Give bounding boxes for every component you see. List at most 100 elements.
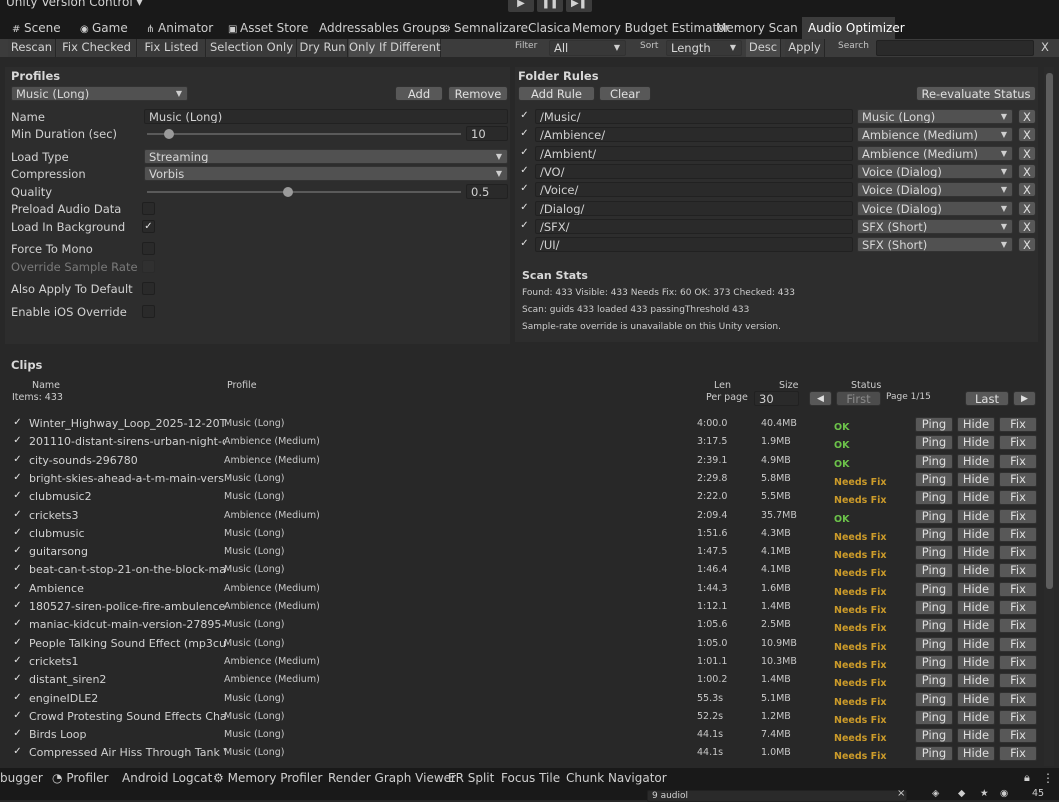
play-icon[interactable]: ▶ — [508, 0, 534, 12]
tab-scene[interactable]: # Scene — [6, 17, 64, 39]
clip-row[interactable]: ✓ clubmusic2 Music (Long) 2:22.0 5.5MB N… — [5, 488, 1040, 506]
rule-enabled-checkbox[interactable]: ✓ — [518, 165, 531, 178]
tab-focus-tile[interactable]: Focus Tile — [501, 768, 560, 788]
clip-checkbox[interactable]: ✓ — [11, 563, 24, 576]
ping-button[interactable]: Ping — [915, 600, 953, 615]
fix-button[interactable]: Fix — [999, 636, 1037, 652]
ping-button[interactable]: Ping — [915, 545, 953, 561]
min-duration-slider[interactable] — [147, 133, 461, 135]
hide-button[interactable]: Hide — [957, 508, 995, 524]
rule-path-field[interactable]: /Ambience/ — [535, 127, 853, 143]
rule-path-field[interactable]: /Ambient/ — [535, 145, 853, 161]
fix-button[interactable]: Fix — [999, 435, 1037, 451]
remove-rule-button[interactable]: X — [1018, 163, 1036, 179]
per-page-field[interactable]: 30 — [754, 391, 799, 406]
ping-button[interactable]: Ping — [915, 453, 953, 469]
remove-rule-button[interactable]: X — [1018, 109, 1036, 124]
remove-profile-button[interactable]: Remove — [448, 86, 508, 101]
profile-column-header[interactable]: Profile — [227, 380, 257, 391]
rule-enabled-checkbox[interactable]: ✓ — [518, 202, 531, 215]
size-column-header[interactable]: Size — [779, 380, 799, 391]
close-icon[interactable]: X — [1037, 39, 1053, 57]
clip-row[interactable]: ✓ Winter_Highway_Loop_2025-12-20T09 Musi… — [5, 415, 1040, 433]
ping-button[interactable]: Ping — [915, 508, 953, 524]
ping-button[interactable]: Ping — [915, 417, 953, 432]
compression-dropdown[interactable]: Vorbis ▼ — [144, 166, 508, 181]
hide-button[interactable]: Hide — [957, 417, 995, 432]
clip-row[interactable]: ✓ distant_siren2 Ambience (Medium) 1:00.… — [5, 671, 1040, 689]
ping-button[interactable]: Ping — [915, 581, 953, 597]
rule-path-field[interactable]: /UI/ — [535, 237, 853, 253]
apply-button[interactable]: Apply — [785, 39, 825, 57]
clip-checkbox[interactable]: ✓ — [11, 600, 24, 613]
ping-button[interactable]: Ping — [915, 435, 953, 451]
clip-checkbox[interactable]: ✓ — [11, 472, 24, 485]
desc-toggle[interactable]: Desc — [746, 39, 781, 57]
rule-path-field[interactable]: /Music/ — [535, 109, 853, 124]
quality-slider[interactable] — [147, 191, 461, 193]
remove-rule-button[interactable]: X — [1018, 127, 1036, 143]
hide-button[interactable]: Hide — [957, 746, 995, 762]
rule-profile-dropdown[interactable]: Voice (Dialog) ▼ — [857, 163, 1013, 179]
tab-memory-budget-estimator[interactable]: Memory Budget Estimator — [566, 17, 730, 39]
ping-button[interactable]: Ping — [915, 746, 953, 762]
fix-button[interactable]: Fix — [999, 417, 1037, 432]
clip-row[interactable]: ✓ Crowd Protesting Sound Effects Chant M… — [5, 708, 1040, 726]
clip-checkbox[interactable]: ✓ — [11, 618, 24, 631]
fix-button[interactable]: Fix — [999, 618, 1037, 634]
clip-checkbox[interactable]: ✓ — [11, 490, 24, 503]
fix-button[interactable]: Fix — [999, 490, 1037, 506]
remove-rule-button[interactable]: X — [1018, 237, 1036, 253]
also-default-checkbox[interactable] — [142, 282, 155, 295]
clip-checkbox[interactable]: ✓ — [11, 527, 24, 540]
clip-checkbox[interactable]: ✓ — [11, 692, 24, 705]
version-control-menu[interactable]: Unity Version Control ▾ — [6, 0, 143, 9]
rule-profile-dropdown[interactable]: Ambience (Medium) ▼ — [857, 127, 1013, 143]
tab-memory-scan-2[interactable]: Memory Scan 2 — [710, 17, 809, 39]
layers-icon[interactable]: ◈ — [932, 788, 939, 799]
rule-enabled-checkbox[interactable]: ✓ — [518, 183, 531, 196]
clip-row[interactable]: ✓ Ambience Ambience (Medium) 1:44.3 1.6M… — [5, 580, 1040, 598]
fix-button[interactable]: Fix — [999, 545, 1037, 561]
tab-semnalizare-clasica[interactable]: ⚙ SemnalizareClasica — [436, 17, 571, 39]
reevaluate-status-button[interactable]: Re-evaluate Status — [916, 86, 1036, 101]
hide-button[interactable]: Hide — [957, 581, 995, 597]
ping-button[interactable]: Ping — [915, 654, 953, 670]
rule-enabled-checkbox[interactable]: ✓ — [518, 128, 531, 141]
remove-rule-button[interactable]: X — [1018, 182, 1036, 198]
clip-row[interactable]: ✓ 201110-distant-sirens-urban-night-quie… — [5, 433, 1040, 451]
tab-profiler[interactable]: ◔ Profiler — [52, 768, 109, 788]
hide-button[interactable]: Hide — [957, 654, 995, 670]
eye-icon[interactable]: ◉ — [1000, 788, 1008, 799]
clip-row[interactable]: ✓ city-sounds-296780 Ambience (Medium) 2… — [5, 452, 1040, 470]
only-if-different-toggle[interactable]: Only If Different — [349, 39, 441, 57]
fix-button[interactable]: Fix — [999, 471, 1037, 487]
min-duration-field[interactable]: 10 — [466, 126, 508, 141]
rule-path-field[interactable]: /SFX/ — [535, 218, 853, 234]
preload-checkbox[interactable] — [142, 202, 155, 215]
ping-button[interactable]: Ping — [915, 526, 953, 542]
rule-profile-dropdown[interactable]: Voice (Dialog) ▼ — [857, 200, 1013, 216]
close-icon[interactable]: × — [897, 788, 905, 799]
clip-row[interactable]: ✓ maniac-kidcut-main-version-27895-01 Mu… — [5, 616, 1040, 634]
fix-button[interactable]: Fix — [999, 709, 1037, 725]
tab-animator[interactable]: ⋔ Animator — [140, 17, 218, 39]
clip-row[interactable]: ✓ beat-can-t-stop-21-on-the-block-main M… — [5, 561, 1040, 579]
ping-button[interactable]: Ping — [915, 563, 953, 579]
hide-button[interactable]: Hide — [957, 618, 995, 634]
fix-button[interactable]: Fix — [999, 673, 1037, 689]
fix-listed-button[interactable]: Fix Listed — [138, 39, 206, 57]
clip-row[interactable]: ✓ Compressed Air Hiss Through Tank Val M… — [5, 744, 1040, 762]
clip-checkbox[interactable]: ✓ — [11, 417, 24, 430]
quality-slider-knob[interactable] — [283, 187, 294, 197]
hide-button[interactable]: Hide — [957, 563, 995, 579]
step-icon[interactable]: ▶❚ — [566, 0, 592, 12]
prev-page-button[interactable]: ◀ — [809, 391, 832, 406]
clip-checkbox[interactable]: ✓ — [11, 582, 24, 595]
tab-game[interactable]: ◉ Game — [74, 17, 130, 39]
clip-row[interactable]: ✓ engineIDLE2 Music (Long) 55.3s 5.1MB N… — [5, 690, 1040, 708]
clip-checkbox[interactable]: ✓ — [11, 509, 24, 522]
lock-icon[interactable]: 🔒︎ — [1024, 768, 1030, 788]
tab-asset-store[interactable]: ▣ Asset Store — [222, 17, 310, 39]
name-column-header[interactable]: Name — [32, 380, 60, 391]
